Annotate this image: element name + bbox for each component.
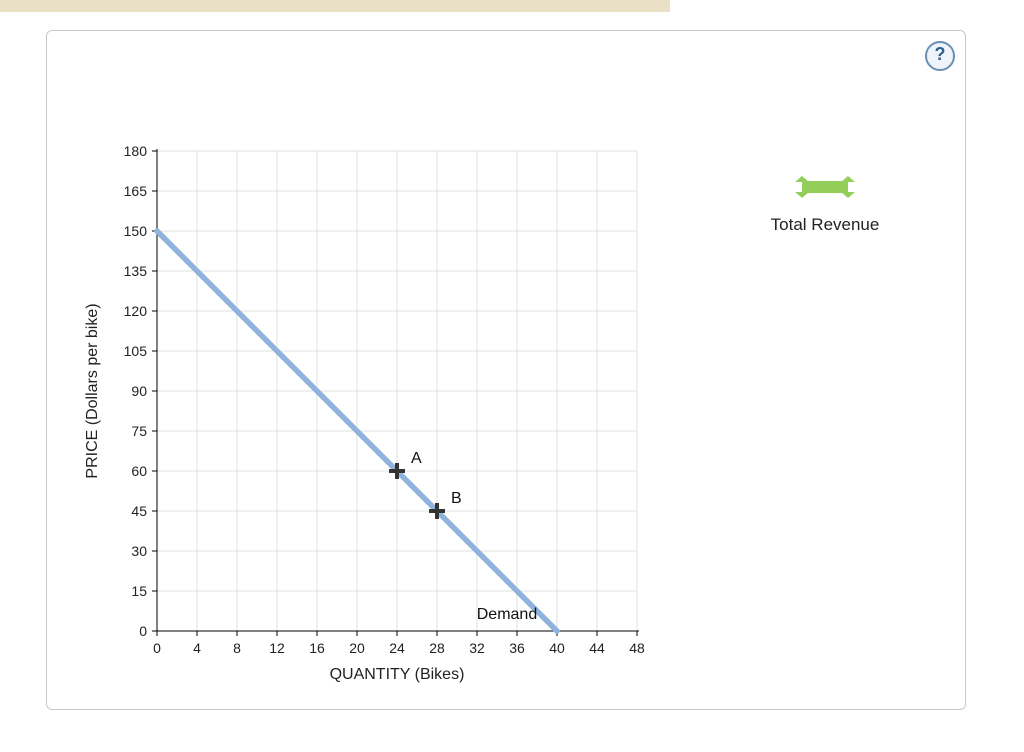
x-tick-label: 40 (549, 640, 565, 656)
x-tick-label: 0 (153, 640, 161, 656)
y-tick-label: 60 (131, 463, 147, 479)
page-header-strip (0, 0, 670, 12)
x-tick-label: 20 (349, 640, 365, 656)
chart-panel: ? Total Revenue 015304560759010512013515… (46, 30, 966, 710)
legend-swatch-icon (790, 171, 860, 203)
x-tick-label: 16 (309, 640, 325, 656)
y-tick-label: 75 (131, 423, 147, 439)
x-tick-label: 48 (629, 640, 645, 656)
demand-line-label: Demand (477, 606, 537, 623)
x-tick-label: 32 (469, 640, 485, 656)
legend-total-revenue-tool[interactable]: Total Revenue (755, 171, 895, 235)
legend-label: Total Revenue (755, 215, 895, 235)
x-tick-label: 36 (509, 640, 525, 656)
x-tick-label: 44 (589, 640, 605, 656)
y-tick-label: 105 (124, 343, 148, 359)
x-tick-label: 4 (193, 640, 201, 656)
y-tick-label: 0 (139, 623, 147, 639)
y-tick-label: 15 (131, 583, 147, 599)
x-tick-label: 28 (429, 640, 445, 656)
marker-a-label: A (411, 450, 422, 467)
x-tick-label: 24 (389, 640, 405, 656)
y-tick-label: 180 (124, 143, 148, 159)
x-tick-label: 8 (233, 640, 241, 656)
y-tick-label: 90 (131, 383, 147, 399)
demand-chart: 0153045607590105120135150165180048121620… (67, 121, 687, 701)
y-tick-label: 45 (131, 503, 147, 519)
y-tick-label: 150 (124, 223, 148, 239)
x-axis-title: QUANTITY (Bikes) (330, 666, 465, 683)
y-tick-label: 135 (124, 263, 148, 279)
y-tick-label: 30 (131, 543, 147, 559)
help-button[interactable]: ? (925, 41, 955, 71)
y-axis-title: PRICE (Dollars per bike) (84, 303, 101, 478)
y-tick-label: 165 (124, 183, 148, 199)
marker-b-label: B (451, 490, 462, 507)
y-tick-label: 120 (124, 303, 148, 319)
x-tick-label: 12 (269, 640, 285, 656)
